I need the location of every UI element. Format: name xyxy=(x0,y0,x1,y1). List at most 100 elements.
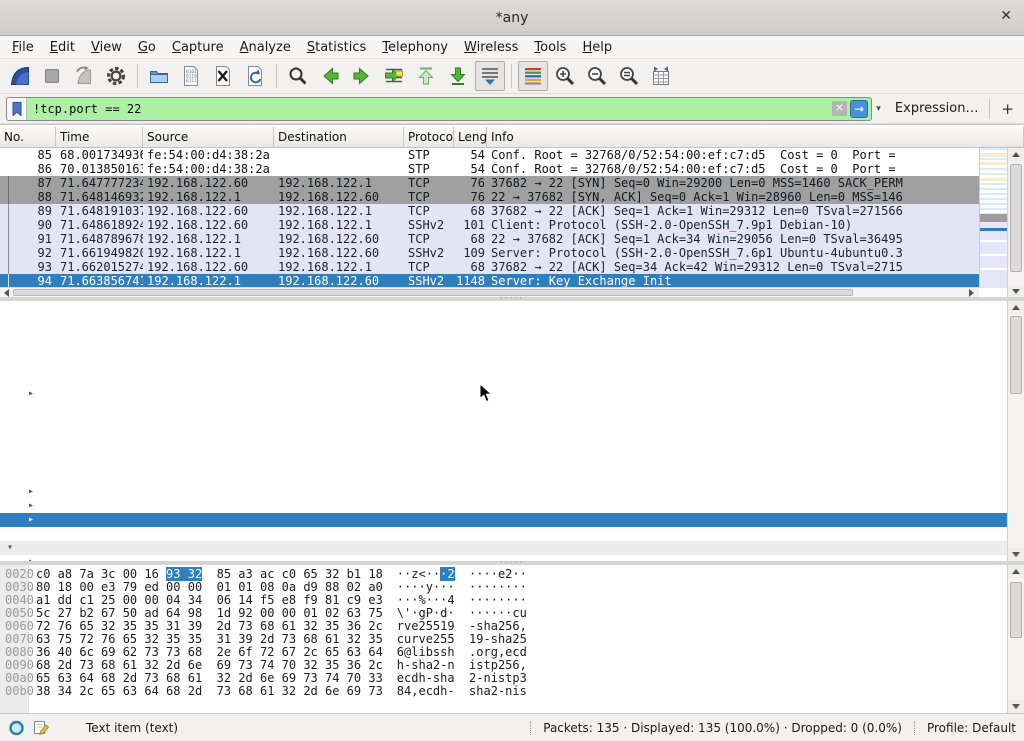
expand-arrow-icon[interactable]: ▸ xyxy=(28,485,40,499)
detail-tree-item[interactable]: [Stream index: 0] xyxy=(0,303,1007,317)
detail-tree-item[interactable]: Checksum: 0x79ed [unverified] xyxy=(0,443,1007,457)
colorize-packets-toggle[interactable] xyxy=(518,61,548,91)
packet-row[interactable]: 94 71.663856741 192.168.122.1 192.168.12… xyxy=(0,274,979,288)
menu-item[interactable]: Statistics xyxy=(299,38,374,57)
column-header-info[interactable]: Info xyxy=(487,127,1024,147)
detail-tree-item[interactable]: Window size value: 227 xyxy=(0,401,1007,415)
intelligent-scrollbar-minimap[interactable] xyxy=(979,148,1007,288)
packet-row[interactable]: 88 71.648146932 192.168.122.1 192.168.12… xyxy=(0,190,979,204)
stop-capture-button[interactable] xyxy=(37,61,67,91)
detail-tree-item[interactable]: [Next sequence number: 1122 (relative se… xyxy=(0,345,1007,359)
detail-tree-item[interactable]: [TCP Segment Len: 1080] xyxy=(0,317,1007,331)
menu-item[interactable]: Edit xyxy=(42,38,83,57)
close-window-button[interactable]: ✕ xyxy=(1000,8,1012,24)
zoom-original-button[interactable] xyxy=(614,61,644,91)
packet-row[interactable]: 93 71.662015274 192.168.122.60 192.168.1… xyxy=(0,260,979,274)
hex-row[interactable]: 00b038 34 2c 65 63 64 68 2d 73 68 61 32 … xyxy=(0,685,1024,698)
expression-button[interactable]: Expression… xyxy=(895,101,979,116)
column-header-protocol[interactable]: Protocol xyxy=(404,127,454,147)
scroll-down-arrow[interactable] xyxy=(1008,285,1024,297)
reload-file-button[interactable] xyxy=(240,61,270,91)
detail-tree-item[interactable]: ▸[Timestamps] xyxy=(0,513,1007,527)
packet-row[interactable]: 87 71.647777234 192.168.122.60 192.168.1… xyxy=(0,176,979,190)
detail-tree-item[interactable]: ▸Flags: 0x018 (PSH, ACK) xyxy=(0,387,1007,401)
filter-bookmark-button[interactable] xyxy=(7,98,27,120)
scroll-down-arrow[interactable] xyxy=(1008,548,1024,561)
expand-arrow-icon[interactable]: ▸ xyxy=(28,513,40,527)
detail-tree-item[interactable]: [Calculated window size: 29056] xyxy=(0,415,1007,429)
scroll-left-arrow[interactable] xyxy=(0,288,12,297)
save-file-button[interactable]: 010101100111 xyxy=(176,61,206,91)
scrollbar-thumb[interactable] xyxy=(1010,164,1022,272)
detail-tree-item[interactable]: [Checksum Status: Unverified] xyxy=(0,457,1007,471)
packet-row[interactable]: 85 68.001734936 fe:54:00:d4:38:2a STP 54… xyxy=(0,148,979,162)
start-capture-button[interactable] xyxy=(5,61,35,91)
filter-apply-button[interactable]: → xyxy=(850,100,868,118)
zoom-in-button[interactable] xyxy=(550,61,580,91)
scroll-up-arrow[interactable] xyxy=(1008,301,1024,314)
packet-row[interactable]: 91 71.648789678 192.168.122.1 192.168.12… xyxy=(0,232,979,246)
menu-item[interactable]: Capture xyxy=(164,38,232,57)
detail-tree-item[interactable]: ▸[SEQ/ACK analysis] xyxy=(0,499,1007,513)
menu-item[interactable]: Telephony xyxy=(374,38,456,57)
scroll-up-arrow[interactable] xyxy=(1008,565,1024,578)
packet-row[interactable]: 86 70.013850163 fe:54:00:d4:38:2a STP 54… xyxy=(0,162,979,176)
column-header-time[interactable]: Time xyxy=(56,127,143,147)
expand-arrow-icon[interactable]: ▾ xyxy=(7,541,19,555)
detail-tree-item[interactable]: ▸Options: (12 bytes), No-Operation (NOP)… xyxy=(0,485,1007,499)
details-vertical-scrollbar[interactable] xyxy=(1007,301,1024,561)
packet-list-vertical-scrollbar[interactable] xyxy=(1007,148,1024,297)
resize-columns-button[interactable] xyxy=(646,61,676,91)
add-filter-button[interactable]: + xyxy=(1001,100,1014,118)
go-back-button[interactable] xyxy=(315,61,345,91)
find-packet-button[interactable] xyxy=(283,61,313,91)
menu-item[interactable]: File xyxy=(4,38,42,57)
menu-item[interactable]: Go xyxy=(130,38,164,57)
column-header-source[interactable]: Source xyxy=(143,127,274,147)
close-file-button[interactable] xyxy=(208,61,238,91)
packet-row[interactable]: 90 71.648618924 192.168.122.60 192.168.1… xyxy=(0,218,979,232)
detail-tree-item[interactable]: ▾SSH Protocol xyxy=(0,541,1007,555)
menu-item[interactable]: Wireless xyxy=(456,38,526,57)
scrollbar-thumb[interactable] xyxy=(1010,316,1022,394)
scroll-right-arrow[interactable] xyxy=(965,288,977,297)
filter-history-dropdown[interactable]: ▾ xyxy=(872,97,885,121)
menu-item[interactable]: Tools xyxy=(526,38,574,57)
column-header-no[interactable]: No. xyxy=(0,127,56,147)
menu-item[interactable]: Analyze xyxy=(232,38,299,57)
expand-arrow-icon[interactable]: ▸ xyxy=(28,387,40,401)
capture-comment-icon[interactable] xyxy=(33,719,50,736)
detail-tree-item[interactable]: 1000 .... = Header Length: 32 bytes (8) xyxy=(0,373,1007,387)
go-to-packet-button[interactable] xyxy=(379,61,409,91)
scrollbar-thumb[interactable] xyxy=(1010,582,1022,638)
detail-tree-item[interactable]: TCP payload (1080 bytes) xyxy=(0,527,1007,541)
detail-tree-item[interactable]: Urgent pointer: 0 xyxy=(0,471,1007,485)
hex-vertical-scrollbar[interactable] xyxy=(1007,565,1024,713)
packet-row[interactable]: 89 71.648191037 192.168.122.60 192.168.1… xyxy=(0,204,979,218)
go-last-packet-button[interactable] xyxy=(443,61,473,91)
capture-options-button[interactable] xyxy=(101,61,131,91)
packet-row[interactable]: 92 71.661949820 192.168.122.1 192.168.12… xyxy=(0,246,979,260)
detail-tree-item[interactable]: [Window size scaling factor: 128] xyxy=(0,429,1007,443)
scroll-down-arrow[interactable] xyxy=(1008,700,1024,713)
filter-clear-button[interactable]: ✕ xyxy=(832,101,847,116)
profile-label[interactable]: Profile: Default xyxy=(914,721,1016,735)
scroll-up-arrow[interactable] xyxy=(1008,148,1024,161)
open-file-button[interactable] xyxy=(144,61,174,91)
display-filter-input[interactable] xyxy=(27,102,832,116)
detail-tree-item[interactable]: Sequence number: 42 (relative sequence n… xyxy=(0,331,1007,345)
restart-capture-button[interactable] xyxy=(69,61,99,91)
packet-list-horizontal-scrollbar[interactable] xyxy=(0,287,979,297)
go-forward-button[interactable] xyxy=(347,61,377,91)
detail-tree-item[interactable]: Acknowledgment number: 34 (relative ack … xyxy=(0,359,1007,373)
column-header-length[interactable]: Length xyxy=(454,127,487,147)
menu-item[interactable]: View xyxy=(83,38,130,57)
menu-item[interactable]: Help xyxy=(574,38,620,57)
scrollbar-thumb[interactable] xyxy=(13,289,853,296)
zoom-out-button[interactable] xyxy=(582,61,612,91)
column-header-destination[interactable]: Destination xyxy=(274,127,404,147)
go-first-packet-button[interactable] xyxy=(411,61,441,91)
expert-info-icon[interactable] xyxy=(8,719,25,737)
auto-scroll-toggle[interactable] xyxy=(475,61,505,91)
expand-arrow-icon[interactable]: ▸ xyxy=(28,499,40,513)
